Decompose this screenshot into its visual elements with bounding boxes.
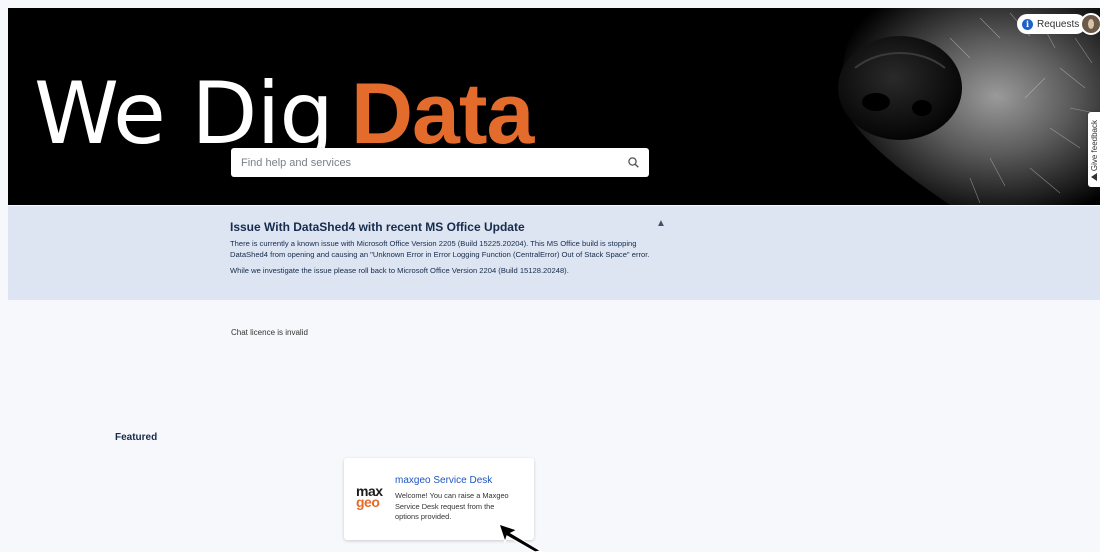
user-avatar[interactable]	[1080, 13, 1100, 35]
info-icon: i	[1022, 18, 1033, 30]
logo-line2: geo	[356, 494, 380, 510]
feedback-tab[interactable]: Give feedback	[1088, 112, 1100, 187]
search-input[interactable]	[231, 148, 619, 177]
card-description: Welcome! You can raise a Maxgeo Service …	[395, 491, 509, 521]
requests-label: Requests	[1037, 18, 1080, 30]
card-title[interactable]: maxgeo Service Desk	[395, 475, 492, 486]
announcement-paragraph: There is currently a known issue with Mi…	[230, 239, 650, 259]
chat-status-message: Chat licence is invalid	[231, 328, 308, 337]
announcement-title: Issue With DataShed4 with recent MS Offi…	[230, 220, 525, 234]
maxgeo-logo: max geo	[356, 484, 388, 510]
announcement-banner: Issue With DataShed4 with recent MS Offi…	[8, 206, 1100, 300]
dog-nose-image	[838, 8, 1100, 205]
announcement-body: There is currently a known issue with Mi…	[230, 238, 662, 281]
chevron-left-icon	[1091, 173, 1097, 181]
requests-button[interactable]: i Requests	[1017, 14, 1087, 34]
featured-heading: Featured	[115, 432, 158, 443]
mouse-cursor-icon	[498, 523, 543, 552]
search-bar	[231, 148, 649, 177]
feedback-label: Give feedback	[1090, 120, 1099, 172]
search-icon[interactable]	[619, 148, 649, 177]
portal-page: We Dig Data i Requests Give feedback Fin…	[0, 0, 1100, 552]
chevron-up-icon[interactable]: ▲	[656, 218, 666, 229]
announcement-paragraph: While we investigate the issue please ro…	[230, 266, 569, 275]
